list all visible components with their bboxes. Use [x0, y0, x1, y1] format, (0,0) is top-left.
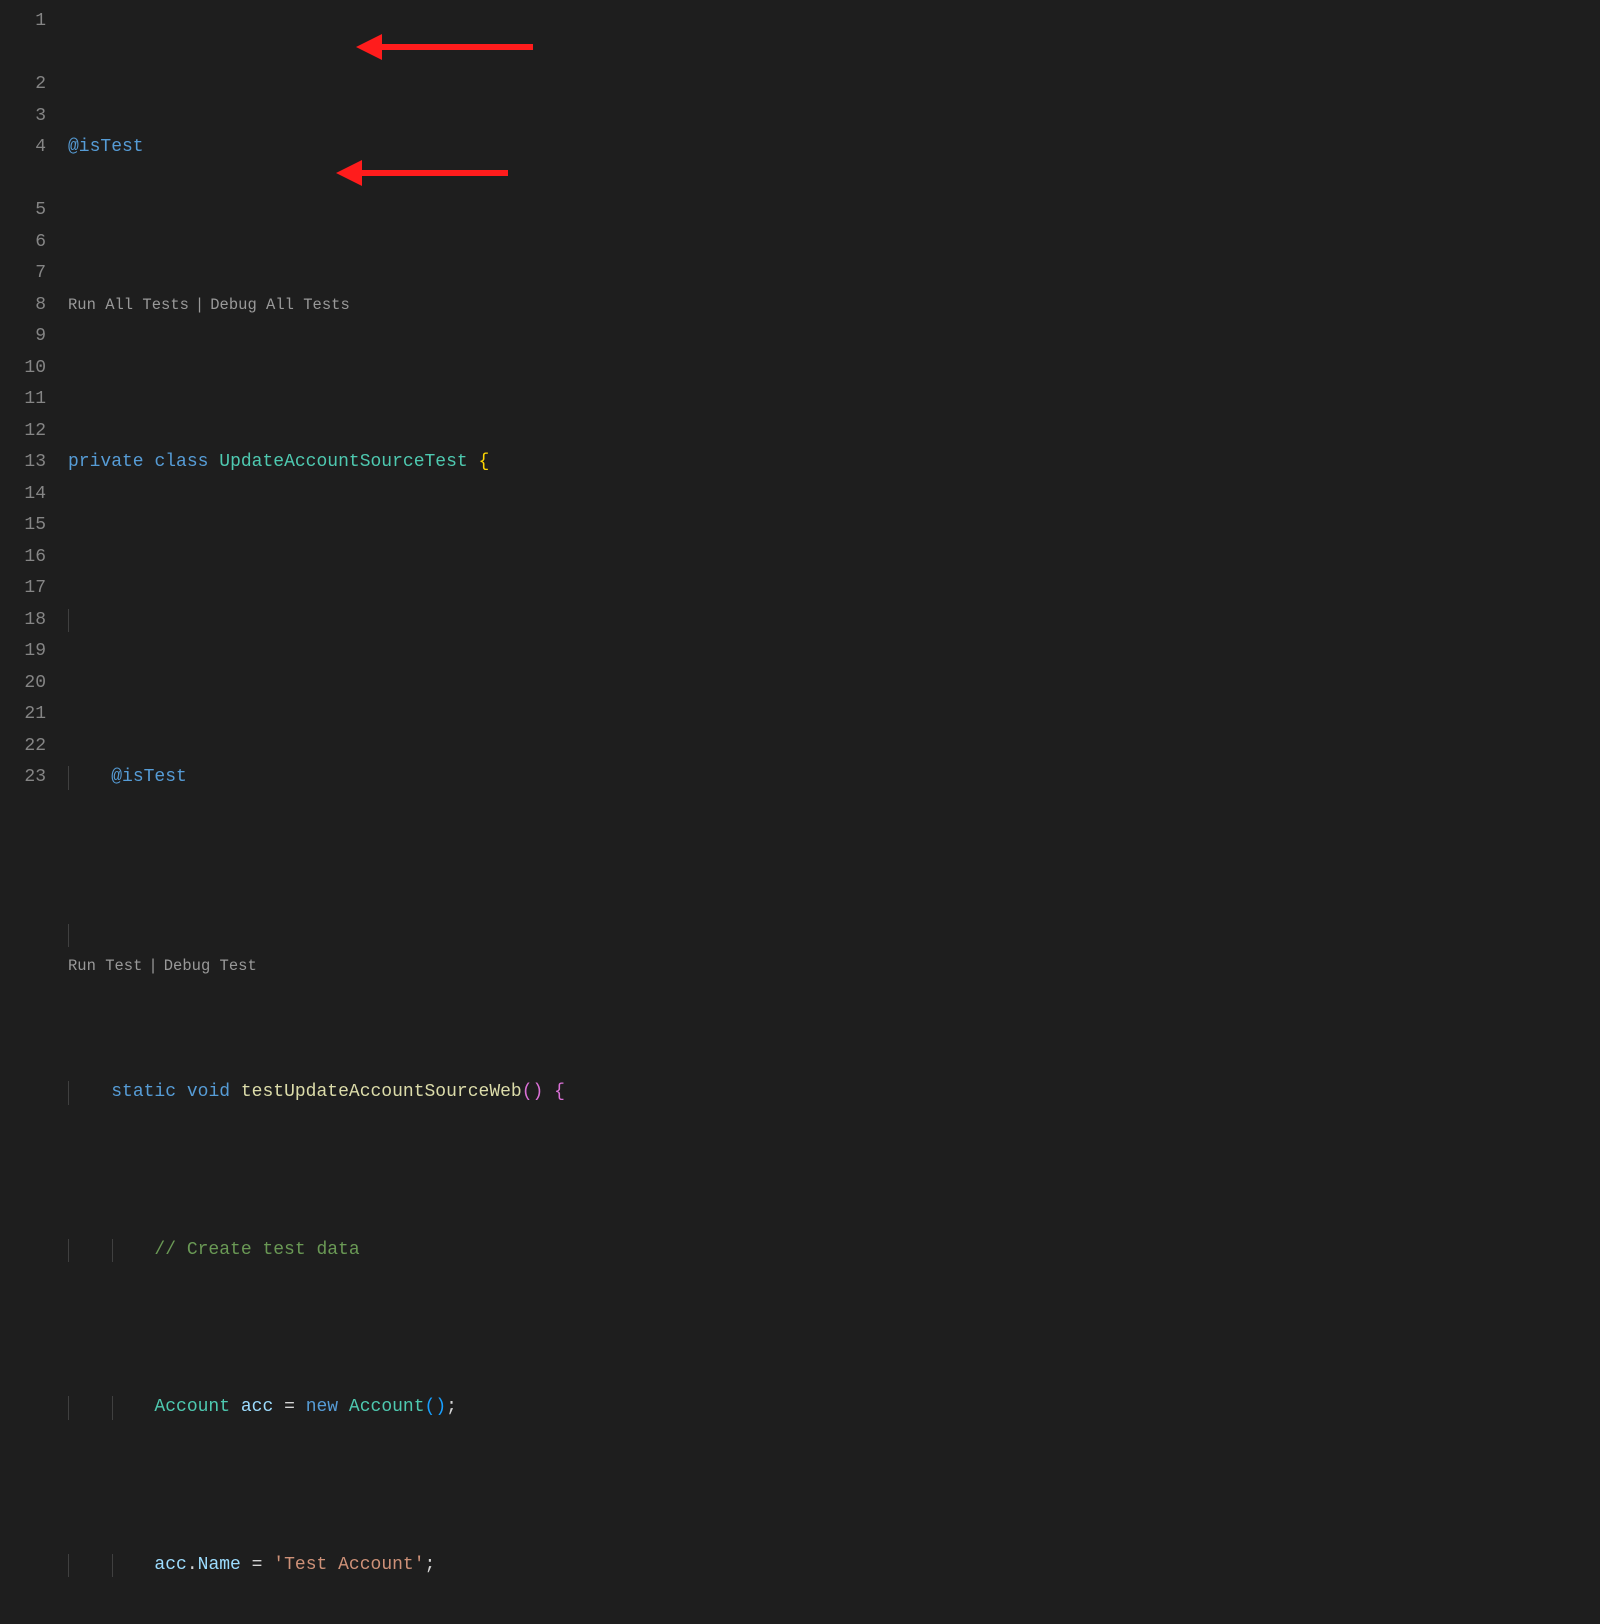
code-line[interactable]: private class UpdateAccountSourceTest {: [68, 447, 1600, 479]
codelens-separator: |: [195, 292, 204, 319]
line-number: 14: [0, 479, 46, 511]
code-line[interactable]: static void testUpdateAccountSourceWeb()…: [68, 1077, 1600, 1109]
codelens-debug-all-tests[interactable]: Debug All Tests: [210, 292, 350, 319]
semicolon: ;: [425, 1555, 436, 1575]
line-number: 9: [0, 321, 46, 353]
line-number: 3: [0, 101, 46, 133]
keyword-new: new: [306, 1397, 338, 1417]
codelens-row: Run Test|Debug Test: [68, 920, 1600, 952]
line-number: 16: [0, 542, 46, 574]
line-number: 11: [0, 384, 46, 416]
line-number: 2: [0, 69, 46, 101]
operator-assign: =: [284, 1397, 295, 1417]
paren-open: (: [522, 1082, 533, 1102]
line-number: 10: [0, 353, 46, 385]
field-name: Name: [198, 1555, 241, 1575]
string-literal: 'Test Account': [273, 1555, 424, 1575]
line-number: 18: [0, 605, 46, 637]
line-number: [0, 164, 46, 196]
line-number: [0, 38, 46, 70]
paren-close: ): [435, 1397, 446, 1417]
code-editor: 1 2 3 4 5 6 7 8 9 10 11 12 13 14 15 16 1…: [0, 0, 1600, 812]
line-number: 13: [0, 447, 46, 479]
comment: // Create test data: [154, 1240, 359, 1260]
method-name: testUpdateAccountSourceWeb: [241, 1082, 522, 1102]
line-number: 8: [0, 290, 46, 322]
codelens-run-all-tests[interactable]: Run All Tests: [68, 292, 189, 319]
variable: acc: [154, 1555, 186, 1575]
keyword-void: void: [187, 1082, 230, 1102]
code-line[interactable]: [68, 605, 1600, 637]
code-area[interactable]: @isTest Run All Tests|Debug All Tests pr…: [68, 0, 1600, 812]
type-account: Account: [154, 1397, 230, 1417]
line-number-gutter: 1 2 3 4 5 6 7 8 9 10 11 12 13 14 15 16 1…: [0, 0, 68, 812]
line-number: 15: [0, 510, 46, 542]
codelens-run-test[interactable]: Run Test: [68, 953, 142, 980]
keyword-private: private: [68, 452, 144, 472]
brace-open: {: [479, 452, 490, 472]
line-number: 17: [0, 573, 46, 605]
brace-open: {: [554, 1082, 565, 1102]
paren-open: (: [425, 1397, 436, 1417]
line-number: 7: [0, 258, 46, 290]
codelens-separator: |: [148, 953, 157, 980]
type-account: Account: [349, 1397, 425, 1417]
keyword-static: static: [111, 1082, 176, 1102]
line-number: 5: [0, 195, 46, 227]
code-line[interactable]: acc.Name = 'Test Account';: [68, 1550, 1600, 1582]
codelens-debug-test[interactable]: Debug Test: [164, 953, 257, 980]
code-line[interactable]: @isTest: [68, 132, 1600, 164]
code-line[interactable]: Account acc = new Account();: [68, 1392, 1600, 1424]
paren-close: ): [533, 1082, 544, 1102]
annotation-istest: @isTest: [111, 767, 187, 787]
code-line[interactable]: // Create test data: [68, 1235, 1600, 1267]
class-name: UpdateAccountSourceTest: [219, 452, 467, 472]
line-number: 12: [0, 416, 46, 448]
annotation-arrow-icon: [358, 40, 533, 54]
line-number: 1: [0, 6, 46, 38]
semicolon: ;: [446, 1397, 457, 1417]
line-number: 21: [0, 699, 46, 731]
line-number: 20: [0, 668, 46, 700]
code-line[interactable]: @isTest: [68, 762, 1600, 794]
dot: .: [187, 1555, 198, 1575]
line-number: 6: [0, 227, 46, 259]
line-number: 22: [0, 731, 46, 763]
line-number: 4: [0, 132, 46, 164]
annotation-istest: @isTest: [68, 137, 144, 157]
variable: acc: [241, 1397, 273, 1417]
line-number: 19: [0, 636, 46, 668]
line-number: 23: [0, 762, 46, 794]
operator-assign: =: [252, 1555, 263, 1575]
keyword-class: class: [154, 452, 208, 472]
codelens-row: Run All Tests|Debug All Tests: [68, 290, 1600, 322]
annotation-arrow-icon: [338, 166, 508, 180]
